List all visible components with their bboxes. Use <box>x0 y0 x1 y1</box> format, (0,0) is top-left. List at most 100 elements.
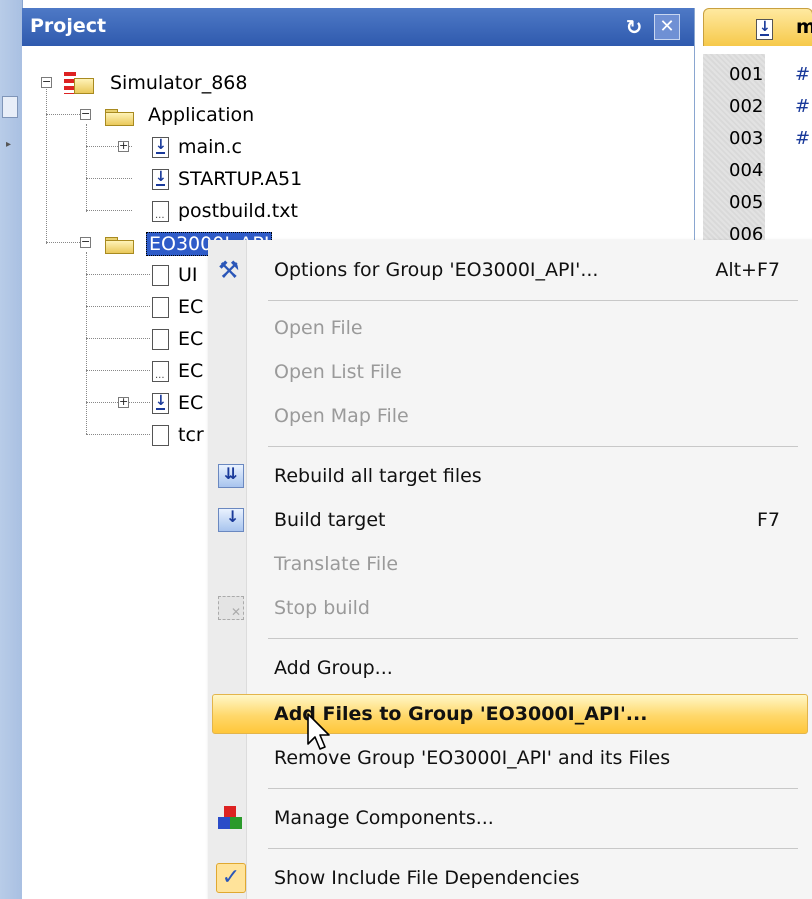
tree-line <box>46 114 84 115</box>
menu-item-rebuild-all[interactable]: Rebuild all target files <box>212 456 808 496</box>
folder-icon <box>104 234 134 254</box>
menu-item-shortcut: F7 <box>756 509 780 531</box>
menu-item-label: Stop build <box>274 597 370 619</box>
menu-separator <box>268 300 798 301</box>
tree-item-file[interactable]: postbuild.txt <box>150 198 330 226</box>
c-file-icon <box>152 393 169 414</box>
tree-item-label: UI <box>178 264 198 286</box>
c-file-icon <box>152 137 169 158</box>
rebuild-icon <box>218 464 244 488</box>
menu-item-label: Translate File <box>274 553 399 575</box>
editor-tab-label: m <box>796 16 812 38</box>
menu-item-label: Manage Components... <box>274 807 494 829</box>
tree-item-label: Simulator_868 <box>110 72 248 94</box>
tree-item-label: EC <box>178 328 204 350</box>
menu-item-options-for-group[interactable]: ⚒ Options for Group 'EO3000I_API'... Alt… <box>212 250 808 290</box>
project-panel-header: Project ↻ ✕ <box>22 8 694 46</box>
blank-file-icon <box>152 329 169 350</box>
menu-item-show-include-dependencies[interactable]: ✓ Show Include File Dependencies <box>212 858 808 898</box>
tree-line <box>46 82 47 244</box>
line-number: 005 <box>729 192 764 213</box>
menu-item-remove-group[interactable]: Remove Group 'EO3000I_API' and its Files <box>212 738 808 778</box>
editor-tab[interactable]: m <box>703 8 812 46</box>
tree-line <box>86 434 150 435</box>
text-file-icon <box>152 361 169 382</box>
line-number: 003 <box>729 128 764 149</box>
context-menu: ⚒ Options for Group 'EO3000I_API'... Alt… <box>208 240 812 899</box>
tree-line <box>86 252 87 434</box>
menu-item-label: Remove Group 'EO3000I_API' and its Files <box>274 747 671 769</box>
close-icon[interactable]: ✕ <box>654 14 680 40</box>
tree-item-label: postbuild.txt <box>178 200 298 222</box>
tree-line <box>86 124 87 212</box>
menu-item-open-list-file[interactable]: Open List File <box>212 352 808 392</box>
menu-item-stop-build[interactable]: Stop build <box>212 588 808 628</box>
checkmark-icon: ✓ <box>216 863 246 893</box>
menu-item-add-files-to-group[interactable]: Add Files to Group 'EO3000I_API'... <box>212 694 808 734</box>
collapse-icon[interactable]: − <box>41 76 52 88</box>
tree-item-label: EC <box>178 360 204 382</box>
tree-item-label: EC <box>178 392 204 414</box>
menu-item-label: Show Include File Dependencies <box>274 867 580 889</box>
dock-arrow-icon: ▸ <box>6 139 12 150</box>
dock-tab[interactable] <box>2 96 18 118</box>
panel-title: Project <box>30 15 107 37</box>
blank-file-icon <box>152 297 169 318</box>
tree-item-label: main.c <box>178 136 242 158</box>
code-text: # <box>795 64 811 85</box>
pin-icon[interactable]: ↻ <box>618 13 650 41</box>
menu-separator <box>268 638 798 639</box>
menu-item-build-target[interactable]: Build target F7 <box>212 500 808 540</box>
expand-icon[interactable]: + <box>118 140 129 152</box>
tree-line <box>46 242 84 243</box>
build-icon <box>218 507 244 532</box>
menu-item-label: Add Group... <box>274 657 393 679</box>
menu-item-label: Open File <box>274 317 363 339</box>
menu-item-open-file[interactable]: Open File <box>212 308 808 348</box>
c-file-icon <box>756 19 773 40</box>
options-wand-icon: ⚒ <box>218 256 240 284</box>
tree-item-root[interactable]: Simulator_868 <box>64 70 304 98</box>
tree-item-label: STARTUP.A51 <box>178 168 303 190</box>
menu-item-label: Options for Group 'EO3000I_API'... <box>274 259 599 281</box>
tree-line <box>86 306 150 307</box>
menu-item-label: Open List File <box>274 361 402 383</box>
tree-line <box>86 178 132 179</box>
menu-item-label: Rebuild all target files <box>274 465 482 487</box>
menu-item-open-map-file[interactable]: Open Map File <box>212 396 808 436</box>
menu-item-shortcut: Alt+F7 <box>715 259 780 281</box>
menu-item-manage-components[interactable]: Manage Components... <box>212 798 808 838</box>
text-file-icon <box>152 201 169 222</box>
line-number: 004 <box>729 160 764 181</box>
tree-item-group[interactable]: Application <box>102 102 302 130</box>
menu-item-translate-file[interactable]: Translate File <box>212 544 808 584</box>
blank-file-icon <box>152 425 169 446</box>
menu-item-label: Open Map File <box>274 405 409 427</box>
line-number: 001 <box>729 64 764 85</box>
tree-line <box>86 338 150 339</box>
collapse-icon[interactable]: − <box>80 108 91 120</box>
menu-separator <box>268 788 798 789</box>
tree-item-file[interactable]: STARTUP.A51 <box>150 166 330 194</box>
blank-file-icon <box>152 265 169 286</box>
menu-separator <box>268 848 798 849</box>
tree-line <box>86 274 150 275</box>
code-text: # <box>795 128 811 149</box>
expand-icon[interactable]: + <box>118 396 129 408</box>
collapse-icon[interactable]: − <box>80 236 91 248</box>
menu-item-add-group[interactable]: Add Group... <box>212 648 808 688</box>
line-number: 002 <box>729 96 764 117</box>
mouse-pointer-icon <box>307 713 330 750</box>
stop-build-icon <box>218 596 244 620</box>
code-text: # <box>795 96 811 117</box>
left-dock-strip: ▸ <box>0 0 23 899</box>
tree-item-label: tcr <box>178 424 204 446</box>
tree-item-label: EC <box>178 296 204 318</box>
project-icon <box>64 72 94 94</box>
tree-item-file[interactable]: main.c <box>150 134 270 162</box>
menu-separator <box>268 446 798 447</box>
folder-icon <box>104 106 134 126</box>
c-file-icon <box>152 169 169 190</box>
tree-line <box>86 370 150 371</box>
components-icon <box>218 806 244 830</box>
